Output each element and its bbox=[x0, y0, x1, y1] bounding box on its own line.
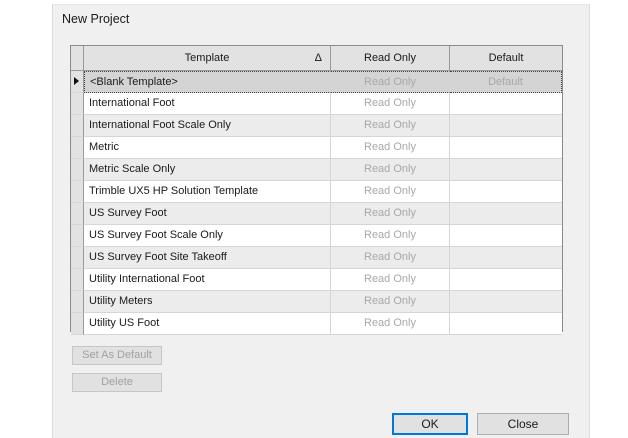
default-cell[interactable] bbox=[450, 159, 562, 181]
row-header[interactable] bbox=[71, 225, 84, 247]
read-only-cell[interactable]: Read Only bbox=[331, 93, 450, 115]
table-row[interactable]: Utility International Foot Read Only bbox=[71, 269, 562, 291]
default-cell[interactable] bbox=[450, 291, 562, 313]
dialog-title: New Project bbox=[62, 12, 130, 26]
table-row[interactable]: Trimble UX5 HP Solution Template Read Onl… bbox=[71, 181, 562, 203]
column-header-template[interactable]: Template Δ bbox=[84, 46, 331, 70]
default-cell[interactable] bbox=[450, 115, 562, 137]
row-header[interactable] bbox=[71, 71, 84, 93]
template-grid[interactable]: Template Δ Read Only Default <Blank Temp… bbox=[70, 45, 563, 335]
template-cell[interactable]: Utility US Foot bbox=[84, 313, 331, 335]
read-only-cell[interactable]: Read Only bbox=[331, 291, 450, 313]
table-row[interactable]: Metric Read Only bbox=[71, 137, 562, 159]
read-only-cell[interactable]: Read Only bbox=[331, 137, 450, 159]
row-header[interactable] bbox=[71, 93, 84, 115]
template-cell[interactable]: US Survey Foot bbox=[84, 203, 331, 225]
default-cell[interactable] bbox=[450, 313, 562, 335]
table-row[interactable]: US Survey Foot Read Only bbox=[71, 203, 562, 225]
read-only-cell[interactable]: Read Only bbox=[331, 203, 450, 225]
template-cell[interactable]: US Survey Foot Scale Only bbox=[84, 225, 331, 247]
default-cell[interactable] bbox=[450, 225, 562, 247]
grid-rows: <Blank Template> Read Only Default Internat… bbox=[71, 71, 562, 335]
row-header[interactable] bbox=[71, 291, 84, 313]
default-cell[interactable] bbox=[450, 203, 562, 225]
row-header[interactable] bbox=[71, 247, 84, 269]
table-row[interactable]: International Foot Read Only bbox=[71, 93, 562, 115]
default-cell[interactable] bbox=[450, 93, 562, 115]
delete-button[interactable]: Delete bbox=[72, 373, 162, 392]
default-cell[interactable] bbox=[450, 181, 562, 203]
default-cell[interactable]: Default bbox=[450, 71, 562, 93]
current-row-pointer-icon bbox=[74, 77, 79, 85]
row-header[interactable] bbox=[71, 115, 84, 137]
table-row[interactable]: Utility Meters Read Only bbox=[71, 291, 562, 313]
row-header[interactable] bbox=[71, 269, 84, 291]
read-only-cell[interactable]: Read Only bbox=[331, 159, 450, 181]
read-only-cell[interactable]: Read Only bbox=[331, 269, 450, 291]
template-cell[interactable]: <Blank Template> bbox=[84, 71, 331, 93]
template-cell[interactable]: International Foot bbox=[84, 93, 331, 115]
row-header[interactable] bbox=[71, 159, 84, 181]
set-as-default-button[interactable]: Set As Default bbox=[72, 346, 162, 365]
default-cell[interactable] bbox=[450, 137, 562, 159]
table-row[interactable]: <Blank Template> Read Only Default bbox=[71, 71, 562, 93]
default-cell[interactable] bbox=[450, 247, 562, 269]
default-cell[interactable] bbox=[450, 269, 562, 291]
read-only-cell[interactable]: Read Only bbox=[331, 71, 450, 93]
template-cell[interactable]: US Survey Foot Site Takeoff bbox=[84, 247, 331, 269]
table-row[interactable]: International Foot Scale Only Read Only bbox=[71, 115, 562, 137]
column-header-default[interactable]: Default bbox=[450, 46, 562, 70]
sort-ascending-icon: Δ bbox=[314, 52, 322, 64]
read-only-cell[interactable]: Read Only bbox=[331, 181, 450, 203]
column-header-read-only[interactable]: Read Only bbox=[331, 46, 450, 70]
template-cell[interactable]: Metric bbox=[84, 137, 331, 159]
close-button[interactable]: Close bbox=[477, 413, 569, 435]
read-only-cell[interactable]: Read Only bbox=[331, 247, 450, 269]
table-row[interactable]: US Survey Foot Scale Only Read Only bbox=[71, 225, 562, 247]
ok-button[interactable]: OK bbox=[392, 413, 468, 435]
template-cell[interactable]: International Foot Scale Only bbox=[84, 115, 331, 137]
read-only-cell[interactable]: Read Only bbox=[331, 225, 450, 247]
table-row[interactable]: Metric Scale Only Read Only bbox=[71, 159, 562, 181]
template-cell[interactable]: Trimble UX5 HP Solution Template bbox=[84, 181, 331, 203]
table-row[interactable]: Utility US Foot Read Only bbox=[71, 313, 562, 335]
template-cell[interactable]: Utility Meters bbox=[84, 291, 331, 313]
new-project-dialog: New Project Template Δ Read Only Default… bbox=[52, 4, 590, 438]
row-header[interactable] bbox=[71, 203, 84, 225]
row-header[interactable] bbox=[71, 137, 84, 159]
row-header-corner bbox=[71, 46, 84, 70]
read-only-cell[interactable]: Read Only bbox=[331, 115, 450, 137]
column-header-template-label: Template bbox=[184, 52, 230, 64]
grid-header: Template Δ Read Only Default bbox=[71, 46, 562, 71]
template-cell[interactable]: Metric Scale Only bbox=[84, 159, 331, 181]
row-header[interactable] bbox=[71, 181, 84, 203]
table-row[interactable]: US Survey Foot Site Takeoff Read Only bbox=[71, 247, 562, 269]
read-only-cell[interactable]: Read Only bbox=[331, 313, 450, 335]
template-cell[interactable]: Utility International Foot bbox=[84, 269, 331, 291]
row-header[interactable] bbox=[71, 313, 84, 335]
